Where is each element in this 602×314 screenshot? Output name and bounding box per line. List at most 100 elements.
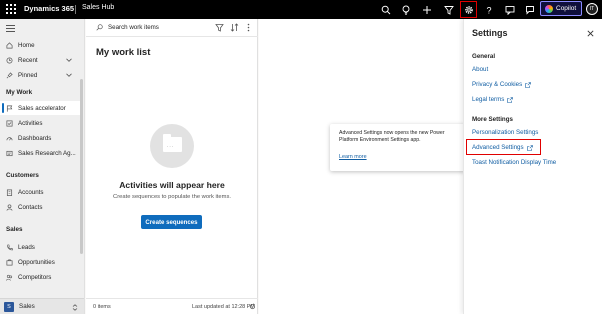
area-switcher[interactable]: S Sales [0, 298, 84, 314]
area-label: Sales [19, 303, 35, 310]
empty-folder-illustration: ... [150, 124, 194, 168]
section-general: General [472, 53, 496, 60]
toast-label: Toast Notification Display Time [472, 159, 557, 166]
sidebar-item-label: Pinned [18, 71, 38, 79]
pin-icon [6, 71, 13, 79]
settings-title: Settings [472, 28, 508, 38]
copilot-label: Copilot [556, 5, 577, 12]
copilot-icon [545, 4, 553, 13]
search-bar[interactable]: Search work items [86, 19, 258, 37]
refresh-icon[interactable] [249, 303, 256, 310]
empty-state-title: Activities will appear here [119, 180, 225, 190]
empty-state-subtitle: Create sequences to populate the work it… [113, 194, 231, 200]
sidebar-item-contacts[interactable]: Contacts [0, 200, 80, 214]
sidebar-item-label: Recent [18, 56, 38, 64]
privacy-label: Privacy & Cookies [472, 81, 523, 88]
phone-icon [6, 244, 13, 251]
sidebar-item-label: Dashboards [18, 134, 52, 142]
sidebar-item-sales-research-agent[interactable]: Sales Research Ag... [0, 146, 80, 160]
filter-icon[interactable] [215, 23, 224, 32]
section-my-work: My Work [6, 89, 33, 96]
gear-icon[interactable] [460, 1, 477, 18]
copilot-button[interactable]: Copilot [540, 1, 582, 16]
feedback-icon[interactable] [521, 1, 538, 18]
help-icon[interactable]: ? [480, 1, 497, 18]
advanced-settings-highlight [466, 139, 541, 155]
dashboard-icon [6, 135, 13, 142]
sidebar-item-label: Accounts [18, 188, 44, 196]
work-list-panel: Search work items My work list ... Activ… [86, 19, 258, 314]
chevron-down-icon[interactable] [66, 57, 72, 63]
opportunity-icon [6, 259, 13, 266]
competitor-icon [6, 274, 13, 281]
sidebar-item-recent[interactable]: Recent [0, 53, 80, 67]
hub-name[interactable]: Sales Hub [82, 4, 114, 11]
app-launcher-icon[interactable] [6, 4, 16, 14]
external-link-icon [525, 81, 532, 88]
sidebar-item-dashboards[interactable]: Dashboards [0, 131, 80, 145]
sidebar-item-label: Competitors [18, 273, 52, 281]
close-icon[interactable] [587, 30, 594, 37]
legal-label: Legal terms [472, 96, 505, 103]
sidebar-item-home[interactable]: Home [0, 38, 80, 52]
section-sales: Sales [6, 226, 23, 233]
sidebar-item-label: Leads [18, 243, 35, 251]
home-icon [6, 41, 13, 49]
search-input[interactable]: Search work items [108, 24, 159, 31]
sidebar-item-activities[interactable]: Activities [0, 116, 80, 130]
advanced-settings-callout: Advanced Settings now opens the new Powe… [330, 124, 466, 171]
sidebar-item-label: Sales accelerator [18, 104, 66, 112]
chevron-up-down-icon [72, 304, 78, 311]
sidebar-item-pinned[interactable]: Pinned [0, 68, 80, 82]
filter-icon[interactable] [440, 1, 457, 18]
personalization-settings-link[interactable]: Personalization Settings [472, 129, 538, 136]
sidebar-item-accounts[interactable]: Accounts [0, 185, 80, 199]
area-badge: S [4, 301, 14, 312]
sidebar-item-opportunities[interactable]: Opportunities [0, 255, 80, 269]
search-icon[interactable] [377, 1, 394, 18]
toast-notification-link[interactable]: Toast Notification Display Time [472, 159, 556, 166]
privacy-cookies-link[interactable]: Privacy & Cookies [472, 81, 532, 88]
sidebar: Home Recent Pinned My Work Sales acceler… [0, 19, 85, 314]
learn-more-link[interactable]: Learn more [339, 154, 367, 160]
hamburger-menu-icon[interactable] [6, 25, 15, 32]
sort-icon[interactable] [230, 23, 239, 32]
sidebar-scrollbar[interactable] [80, 79, 83, 254]
item-count: 0 items [93, 304, 111, 310]
last-updated: Last updated at 12:28 PM [192, 304, 255, 310]
sidebar-item-leads[interactable]: Leads [0, 240, 80, 254]
clock-icon [6, 57, 13, 64]
lightbulb-icon[interactable] [397, 1, 414, 18]
person-icon [6, 203, 13, 211]
create-sequences-button[interactable]: Create sequences [141, 215, 202, 229]
section-more-settings: More Settings [472, 116, 513, 123]
sidebar-item-label: Opportunities [18, 258, 55, 266]
sidebar-item-label: Activities [18, 119, 43, 127]
chat-icon[interactable] [501, 1, 518, 18]
work-list-footer: 0 items Last updated at 12:28 PM [86, 298, 258, 314]
about-link[interactable]: About [472, 66, 488, 73]
section-customers: Customers [6, 172, 39, 179]
top-bar: Dynamics 365 Sales Hub ? Copilot IT [0, 0, 602, 19]
sidebar-item-competitors[interactable]: Competitors [0, 270, 80, 284]
app-name[interactable]: Dynamics 365 [24, 4, 74, 13]
legal-terms-link[interactable]: Legal terms [472, 96, 514, 103]
avatar[interactable]: IT [586, 3, 598, 15]
sidebar-item-label: Contacts [18, 203, 43, 211]
research-icon [6, 150, 13, 157]
svg-text:?: ? [486, 5, 491, 15]
settings-pane: Settings General About Privacy & Cookies… [463, 19, 602, 314]
sidebar-item-label: Home [18, 41, 35, 49]
chevron-down-icon[interactable] [66, 72, 72, 78]
plus-icon[interactable] [418, 1, 435, 18]
page-title: My work list [96, 47, 151, 58]
more-options-icon[interactable] [244, 23, 253, 32]
external-link-icon [507, 96, 514, 103]
flag-icon [6, 105, 13, 112]
about-label: About [472, 66, 489, 73]
callout-text: Advanced Settings now opens the new Powe… [339, 130, 445, 143]
sidebar-item-label: Sales Research Ag... [18, 149, 76, 157]
building-icon [6, 189, 13, 196]
sidebar-item-sales-accelerator[interactable]: Sales accelerator [0, 101, 80, 115]
checklist-icon [6, 120, 13, 127]
